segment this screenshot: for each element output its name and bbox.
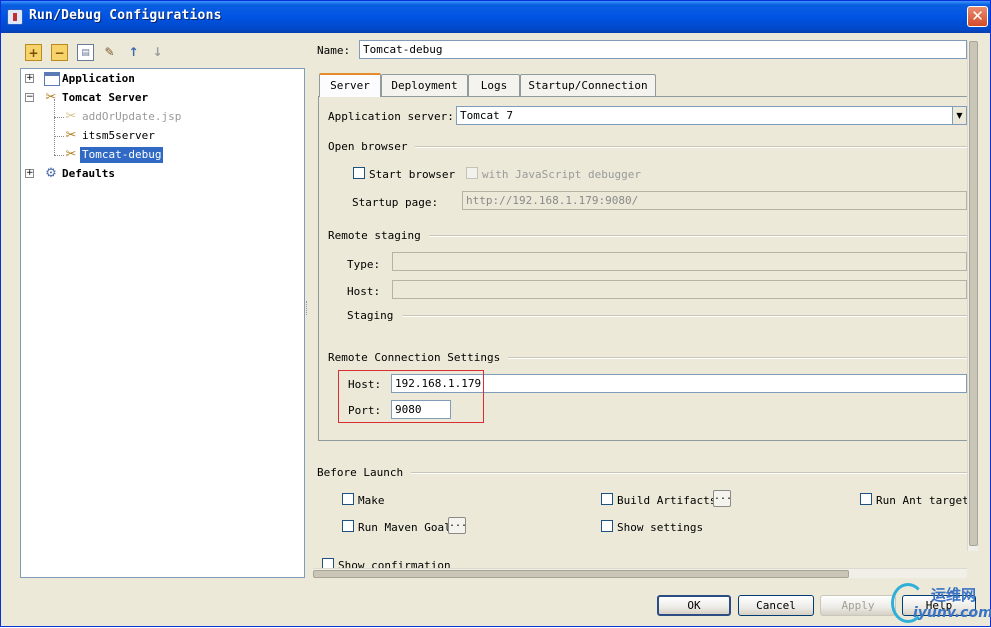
move-down-icon[interactable]: ↓ [149,44,166,61]
tab-startup-connection[interactable]: Startup/Connection [520,74,656,96]
title-bar[interactable]: Run/Debug Configurations ✕ [1,1,990,33]
apply-button[interactable]: Apply [820,595,896,616]
run-ant-target-label: Run Ant target [876,494,969,507]
app-server-select[interactable]: Tomcat 7 ▼ [456,106,967,125]
tree-item-addorupdate[interactable]: ✂ addOrUpdate.jsp [21,109,301,125]
run-maven-goal-more-button[interactable]: ... [448,517,467,534]
watermark-logo: 运维网 iyunv.com [889,579,991,628]
configuration-tree[interactable]: + Application − ✂ Tomcat Server ✂ addOrU… [20,68,305,578]
watermark-text-cn: 运维网 [931,586,977,604]
scrollbar-thumb[interactable] [313,570,849,578]
build-artifacts-checkbox[interactable] [601,493,613,505]
tree-item-tomcat-server[interactable]: − ✂ Tomcat Server [21,90,301,106]
js-debugger-checkbox[interactable] [466,167,478,179]
run-maven-goal-label: Run Maven Goal [358,521,451,534]
type-label: Type: [347,258,381,271]
move-up-icon[interactable]: ↑ [125,44,142,61]
startup-page-input[interactable]: http://192.168.1.179:9080/ [462,191,967,210]
tomcat-icon: ✂ [45,90,57,105]
name-input[interactable]: Tomcat-debug [359,40,967,59]
show-confirmation-row[interactable]: Show confirmation [317,556,967,568]
horizontal-scrollbar[interactable] [313,568,967,578]
collapse-icon[interactable]: − [25,93,34,102]
tree-item-defaults[interactable]: + ⚙ Defaults [21,166,301,182]
start-browser-label: Start browser [369,168,456,181]
tree-item-label: Defaults [62,167,115,180]
start-browser-checkbox[interactable] [353,167,365,179]
staging-label: Staging [347,309,394,322]
tree-item-label: addOrUpdate.jsp [82,110,182,123]
tomcat-icon: ✂ [65,109,77,124]
tree-item-tomcat-debug[interactable]: ✂ Tomcat-debug [21,147,301,163]
remove-icon[interactable]: − [51,44,68,61]
add-icon[interactable]: + [25,44,42,61]
expand-icon[interactable]: + [25,169,34,178]
make-checkbox[interactable] [342,493,354,505]
show-settings-label: Show settings [617,521,704,534]
host-label: Host: [347,285,381,298]
chevron-down-icon[interactable]: ▼ [952,107,966,124]
staging-host-input[interactable] [392,280,967,299]
name-label: Name: [317,44,351,57]
close-button[interactable]: ✕ [967,6,988,27]
remote-connection-title: Remote Connection Settings [328,351,509,364]
app-icon [7,9,23,25]
run-maven-goal-checkbox[interactable] [342,520,354,532]
tomcat-icon: ✂ [65,128,77,143]
section-divider [317,472,967,474]
open-browser-title: Open browser [328,140,416,153]
ok-button[interactable]: OK [657,595,731,616]
window-title: Run/Debug Configurations [29,8,222,23]
edit-defaults-icon[interactable]: ✎ [101,44,118,61]
tree-item-label: Application [62,72,135,85]
section-divider [403,315,967,317]
tab-logs[interactable]: Logs [468,74,520,96]
tree-item-label: itsm5server [82,129,155,142]
tree-item-label: Tomcat-debug [80,147,164,163]
scrollbar-thumb[interactable] [969,41,978,546]
app-server-value: Tomcat 7 [460,109,513,122]
run-ant-target-checkbox[interactable] [860,493,872,505]
tab-server[interactable]: Server [319,73,381,97]
startup-page-label: Startup page: [352,196,439,209]
remote-staging-title: Remote staging [328,229,429,242]
build-artifacts-label: Build Artifacts [617,494,717,507]
make-label: Make [358,494,385,507]
show-settings-checkbox[interactable] [601,520,613,532]
expand-icon[interactable]: + [25,74,34,83]
app-server-label: Application server: [328,110,454,123]
tree-item-itsm5server[interactable]: ✂ itsm5server [21,128,301,144]
application-icon [44,72,60,86]
build-artifacts-more-button[interactable]: ... [713,490,732,507]
tab-deployment[interactable]: Deployment [381,74,468,96]
highlight-annotation [338,370,484,423]
section-divider [328,146,967,148]
show-confirmation-label: Show confirmation [338,559,451,568]
tree-item-application[interactable]: + Application [21,71,301,87]
type-input[interactable] [392,252,967,271]
copy-icon[interactable]: ▤ [77,44,94,61]
tree-item-label: Tomcat Server [62,91,149,104]
watermark-text-en: iyunv.com [913,605,991,621]
js-debugger-label: with JavaScript debugger [482,168,641,181]
wrench-icon: ⚙ [45,166,57,181]
splitter-handle[interactable] [306,301,309,315]
before-launch-title: Before Launch [317,466,412,479]
run-debug-dialog: Run/Debug Configurations ✕ + − ▤ ✎ ↑ ↓ +… [0,0,991,627]
vertical-scrollbar[interactable] [967,41,978,551]
show-confirmation-checkbox[interactable] [322,558,334,568]
tomcat-icon: ✂ [65,147,77,162]
cancel-button[interactable]: Cancel [738,595,814,616]
